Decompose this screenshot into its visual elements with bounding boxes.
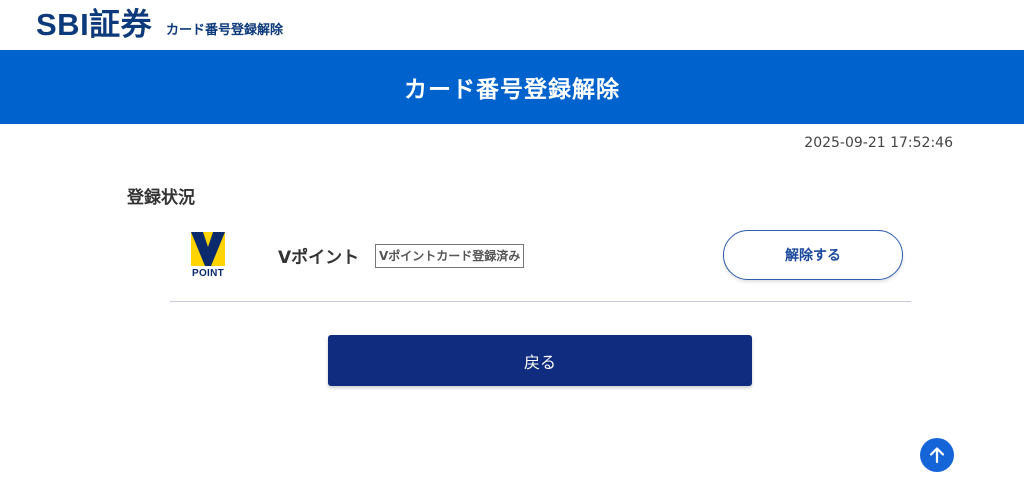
page-title: カード番号登録解除	[404, 77, 620, 103]
timestamp: 2025-09-21 17:52:46	[804, 135, 953, 151]
v-point-logo-icon: POINT	[191, 232, 225, 280]
back-button[interactable]: 戻る	[328, 335, 752, 386]
header-page-subtitle: カード番号登録解除	[166, 23, 284, 38]
sbi-securities-logo[interactable]: SBI証券	[36, 8, 152, 42]
page-title-banner: カード番号登録解除	[0, 50, 1024, 124]
site-header: SBI証券 カード番号登録解除	[0, 0, 1024, 50]
card-registration-row: POINT Vポイント Vポイントカード登録済み 解除する	[170, 222, 911, 302]
card-name: Vポイント	[278, 248, 360, 268]
v-point-logo-word: POINT	[191, 268, 225, 279]
unregister-button[interactable]: 解除する	[723, 230, 903, 280]
scroll-to-top-button[interactable]	[920, 438, 954, 472]
arrow-up-icon	[929, 447, 945, 464]
registration-status-heading: 登録状況	[127, 188, 195, 208]
v-point-mark	[191, 232, 225, 266]
registered-status-badge: Vポイントカード登録済み	[375, 244, 525, 268]
